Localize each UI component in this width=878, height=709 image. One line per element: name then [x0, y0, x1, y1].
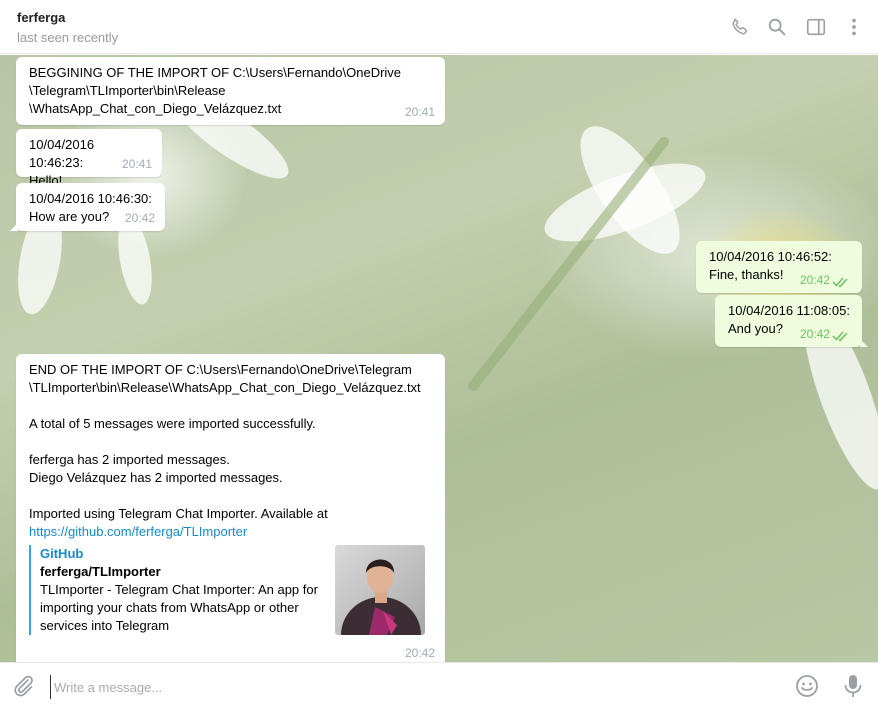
bubble-tail — [10, 223, 18, 231]
message-incoming[interactable]: END OF THE IMPORT OF C:\Users\Fernando\O… — [16, 354, 445, 662]
message-time: 20:41 — [404, 105, 435, 119]
microphone-icon[interactable] — [842, 673, 864, 699]
link-preview-thumbnail[interactable] — [335, 545, 425, 635]
more-vertical-icon[interactable] — [843, 16, 865, 38]
paperclip-icon[interactable] — [10, 673, 36, 699]
link-preview[interactable]: GitHub ferferga/TLImporter TLImporter - … — [29, 545, 433, 635]
background-stem — [466, 134, 671, 394]
sidebar-toggle-icon[interactable] — [805, 16, 827, 38]
chat-title[interactable]: ferferga — [17, 10, 65, 25]
message-text: BEGGINING OF THE IMPORT OF C:\Users\Fern… — [29, 65, 402, 116]
message-list[interactable]: BEGGINING OF THE IMPORT OF C:\Users\Fern… — [0, 55, 878, 662]
message-text: END OF THE IMPORT OF C:\Users\Fernando\O… — [29, 362, 421, 521]
search-icon[interactable] — [766, 16, 788, 38]
phone-icon[interactable] — [729, 16, 751, 38]
chat-status: last seen recently — [17, 30, 119, 45]
message-time: 20:41 — [121, 157, 152, 171]
message-input[interactable] — [50, 675, 776, 699]
message-time: 20:42 — [124, 211, 155, 225]
bubble-tail — [860, 339, 868, 347]
emoji-icon[interactable] — [795, 674, 819, 698]
compose-bar — [0, 662, 878, 709]
message-time: 20:42 — [404, 646, 435, 660]
message-outgoing[interactable]: 10/04/2016 11:08:05: And you? 20:42 — [715, 295, 868, 347]
link-preview-description: TLImporter - Telegram Chat Importer: An … — [40, 582, 318, 633]
double-check-icon — [832, 277, 848, 288]
message-incoming[interactable]: 10/04/2016 10:46:30: How are you? 20:42 — [10, 183, 165, 231]
message-time: 20:42 — [799, 273, 830, 287]
message-incoming[interactable]: 10/04/2016 10:46:23: Hello! 20:41 — [16, 129, 162, 188]
chat-header: ferferga last seen recently — [0, 0, 878, 54]
message-time: 20:42 — [799, 327, 830, 341]
message-incoming[interactable]: BEGGINING OF THE IMPORT OF C:\Users\Fern… — [16, 57, 445, 125]
double-check-icon — [832, 331, 848, 342]
message-link[interactable]: https://github.com/ferferga/TLImporter — [29, 523, 433, 541]
message-outgoing[interactable]: 10/04/2016 10:46:52: Fine, thanks! 20:42 — [696, 241, 862, 293]
